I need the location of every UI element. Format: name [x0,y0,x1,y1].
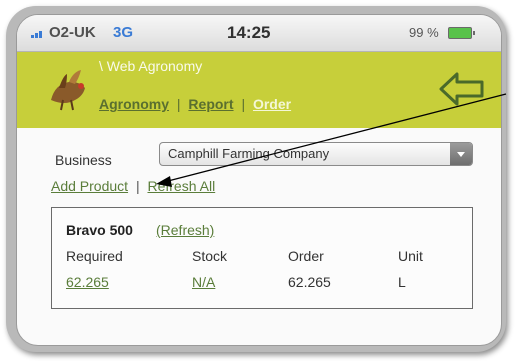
column-header-order: Order [288,248,324,264]
business-selected-value: Camphill Farming Company [168,146,330,161]
business-select[interactable]: Camphill Farming Company [159,142,473,166]
pheasant-logo-icon [51,70,85,111]
nav-report-link[interactable]: Report [188,96,233,112]
status-bar: O2-UK 3G 14:25 99 % [17,15,501,52]
battery-percent: 99 % [409,25,439,40]
nav-separator: | [176,96,181,112]
business-label: Business [55,152,112,168]
chevron-down-icon[interactable] [450,143,472,165]
column-header-required: Required [66,248,123,264]
stock-value-link[interactable]: N/A [192,274,215,290]
clock: 14:25 [227,23,271,42]
nav-separator: | [241,96,246,112]
column-header-stock: Stock [192,248,228,264]
nav-agronomy-link[interactable]: Agronomy [99,96,169,112]
main-nav: Agronomy | Report | Order [99,96,291,112]
actions-separator: | [135,178,140,194]
product-name: Bravo 500 [66,222,133,238]
app-header: \ Web Agronomy Agronomy | Report | Order [17,52,501,128]
carrier-name: O2-UK [49,24,96,41]
product-actions: Add Product | Refresh All [51,178,215,194]
network-type: 3G [113,24,134,41]
battery-icon [448,27,475,39]
order-value: 62.265 [288,274,331,290]
add-product-link[interactable]: Add Product [51,178,128,194]
refresh-all-link[interactable]: Refresh All [147,178,215,194]
column-header-unit: Unit [398,248,423,264]
product-refresh-link[interactable]: (Refresh) [156,222,214,238]
required-value-link[interactable]: 62.265 [66,274,109,290]
signal-icon [31,28,45,38]
product-card: Bravo 500 (Refresh) Required Stock Order… [51,207,473,309]
back-arrow-icon[interactable] [439,72,485,106]
unit-value: L [398,274,406,290]
phone-screen: O2-UK 3G 14:25 99 % \ Web Agronomy Agron… [16,14,502,346]
nav-order-link[interactable]: Order [253,96,291,112]
app-title: \ Web Agronomy [99,58,203,74]
